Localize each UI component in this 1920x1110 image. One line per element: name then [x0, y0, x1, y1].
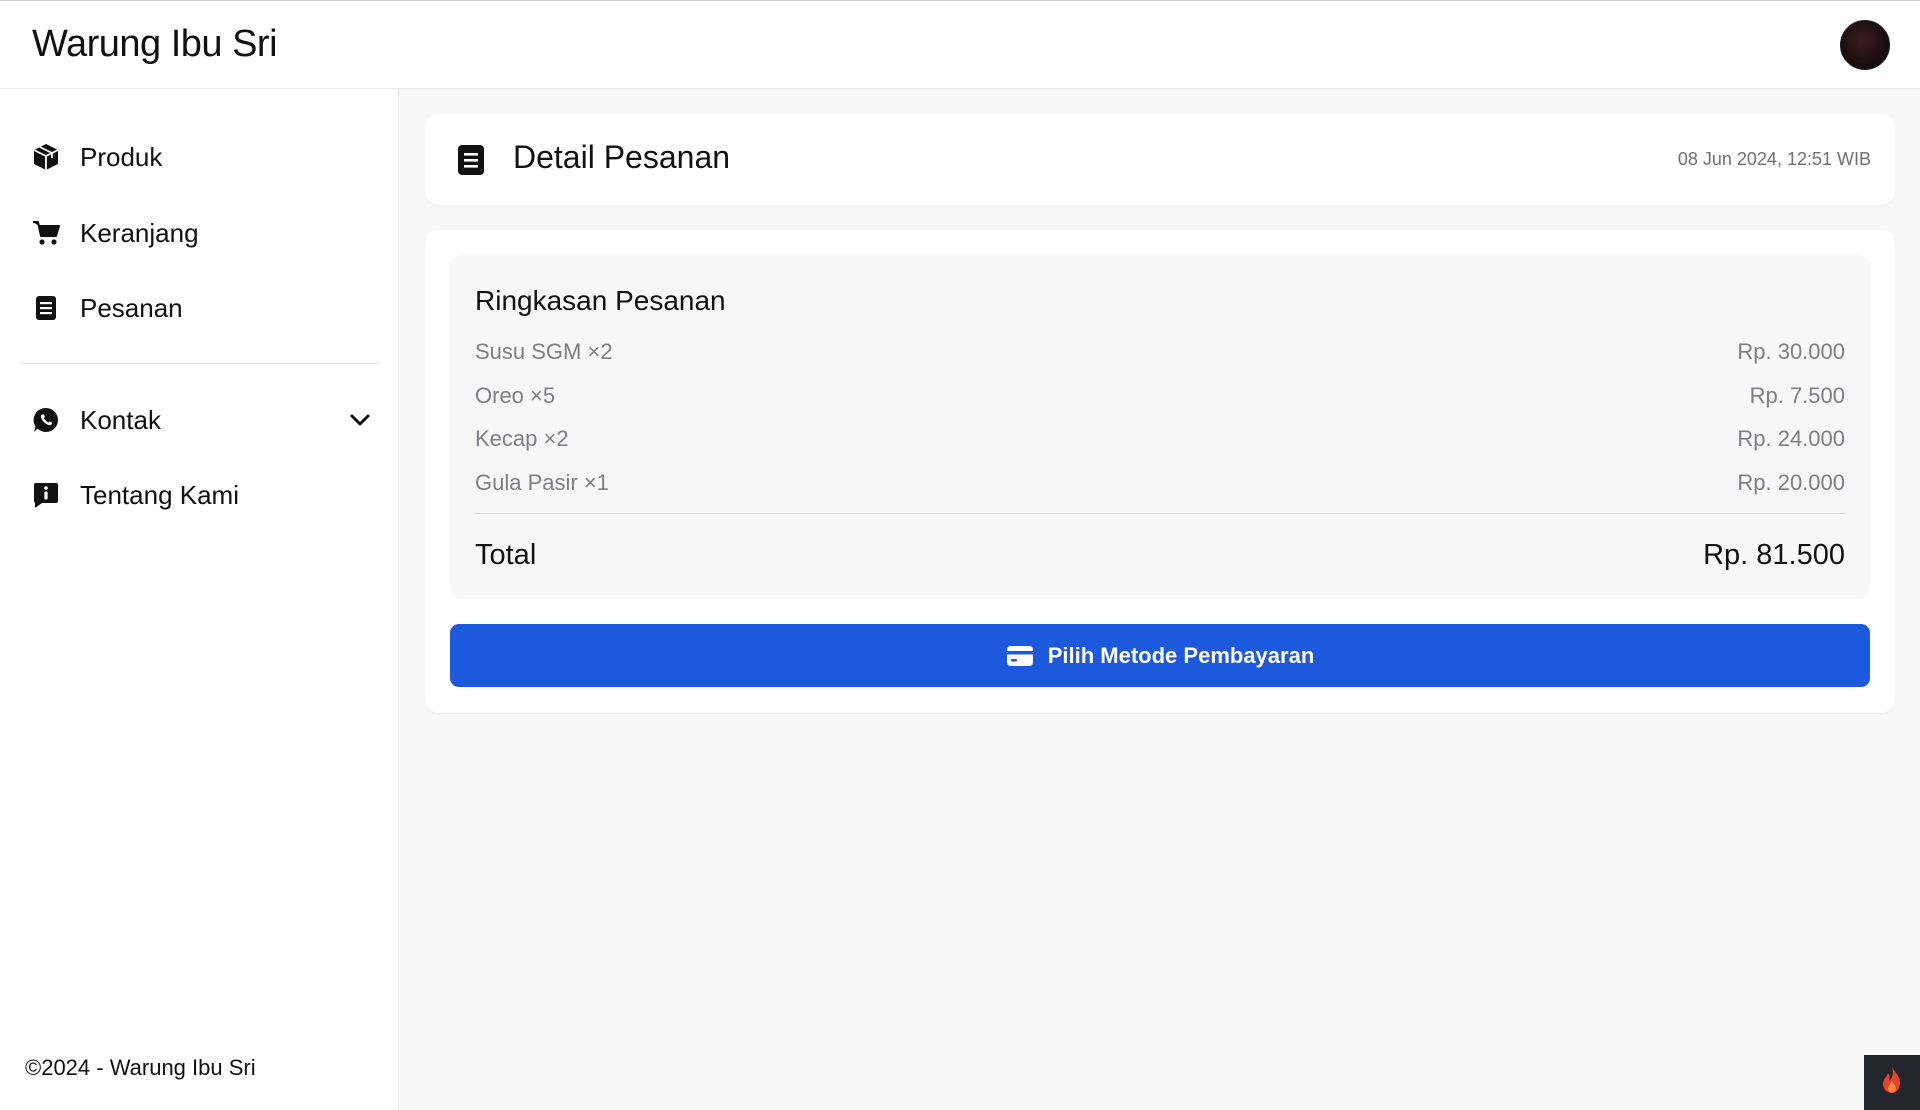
item-price: Rp. 20.000: [1737, 470, 1845, 495]
sidebar-item-tentang-kami[interactable]: Tentang Kami: [32, 471, 372, 519]
sidebar-item-produk[interactable]: Produk: [32, 133, 372, 181]
item-name: Kecap ×2: [475, 426, 569, 451]
item-price: Rp. 7.500: [1749, 383, 1845, 408]
item-price: Rp. 30.000: [1737, 339, 1845, 364]
flame-icon: [1879, 1065, 1905, 1100]
chevron-down-icon[interactable]: [348, 408, 372, 432]
sidebar-item-kontak[interactable]: Kontak: [32, 396, 372, 444]
order-header-card: Detail Pesanan 08 Jun 2024, 12:51 WIB: [425, 113, 1895, 205]
main-content: Detail Pesanan 08 Jun 2024, 12:51 WIB Ri…: [400, 89, 1920, 1110]
info-chat-icon: [32, 481, 60, 509]
sidebar-item-label: Tentang Kami: [80, 479, 239, 510]
whatsapp-icon: [32, 406, 60, 434]
sidebar: Produk Keranjang Pesanan Kontak Tentang …: [0, 89, 399, 1110]
summary-title: Ringkasan Pesanan: [475, 285, 726, 316]
sidebar-item-label: Produk: [80, 141, 163, 172]
sidebar-item-label: Pesanan: [80, 292, 183, 323]
order-summary: Ringkasan Pesanan Susu SGM ×2 Rp. 30.000…: [450, 255, 1870, 599]
top-bar: Warung Ibu Sri: [0, 0, 1920, 89]
document-icon: [32, 294, 60, 322]
document-icon: [457, 144, 485, 176]
item-name: Oreo ×5: [475, 383, 556, 408]
sidebar-item-label: Keranjang: [80, 217, 199, 248]
list-item: Oreo ×5 Rp. 7.500: [475, 381, 1845, 411]
avatar[interactable]: [1840, 19, 1890, 70]
sidebar-item-label: Kontak: [80, 404, 161, 435]
devtools-badge[interactable]: [1864, 1055, 1920, 1110]
order-timestamp: 08 Jun 2024, 12:51 WIB: [1677, 149, 1871, 169]
total-label: Total: [475, 538, 537, 571]
total-row: Total Rp. 81.500: [475, 535, 1845, 575]
footer-copyright: ©2024 - Warung Ibu Sri: [25, 1055, 256, 1080]
brand-title: Warung Ibu Sri: [32, 23, 278, 65]
sidebar-item-keranjang[interactable]: Keranjang: [32, 209, 372, 257]
box-icon: [32, 143, 60, 171]
choose-payment-button[interactable]: Pilih Metode Pembayaran: [450, 624, 1870, 687]
summary-divider: [475, 513, 1845, 514]
total-value: Rp. 81.500: [1703, 538, 1845, 571]
list-item: Susu SGM ×2 Rp. 30.000: [475, 337, 1845, 367]
pay-button-label: Pilih Metode Pembayaran: [1047, 642, 1315, 668]
item-name: Gula Pasir ×1: [475, 470, 609, 495]
sidebar-item-pesanan[interactable]: Pesanan: [32, 284, 372, 332]
item-name: Susu SGM ×2: [475, 339, 613, 364]
credit-card-icon: [1006, 645, 1034, 667]
cart-icon: [32, 219, 60, 247]
list-item: Kecap ×2 Rp. 24.000: [475, 424, 1845, 454]
page-title: Detail Pesanan: [513, 139, 731, 175]
item-price: Rp. 24.000: [1737, 426, 1845, 451]
sidebar-divider: [20, 363, 380, 364]
list-item: Gula Pasir ×1 Rp. 20.000: [475, 468, 1845, 498]
order-card: Ringkasan Pesanan Susu SGM ×2 Rp. 30.000…: [425, 230, 1895, 713]
